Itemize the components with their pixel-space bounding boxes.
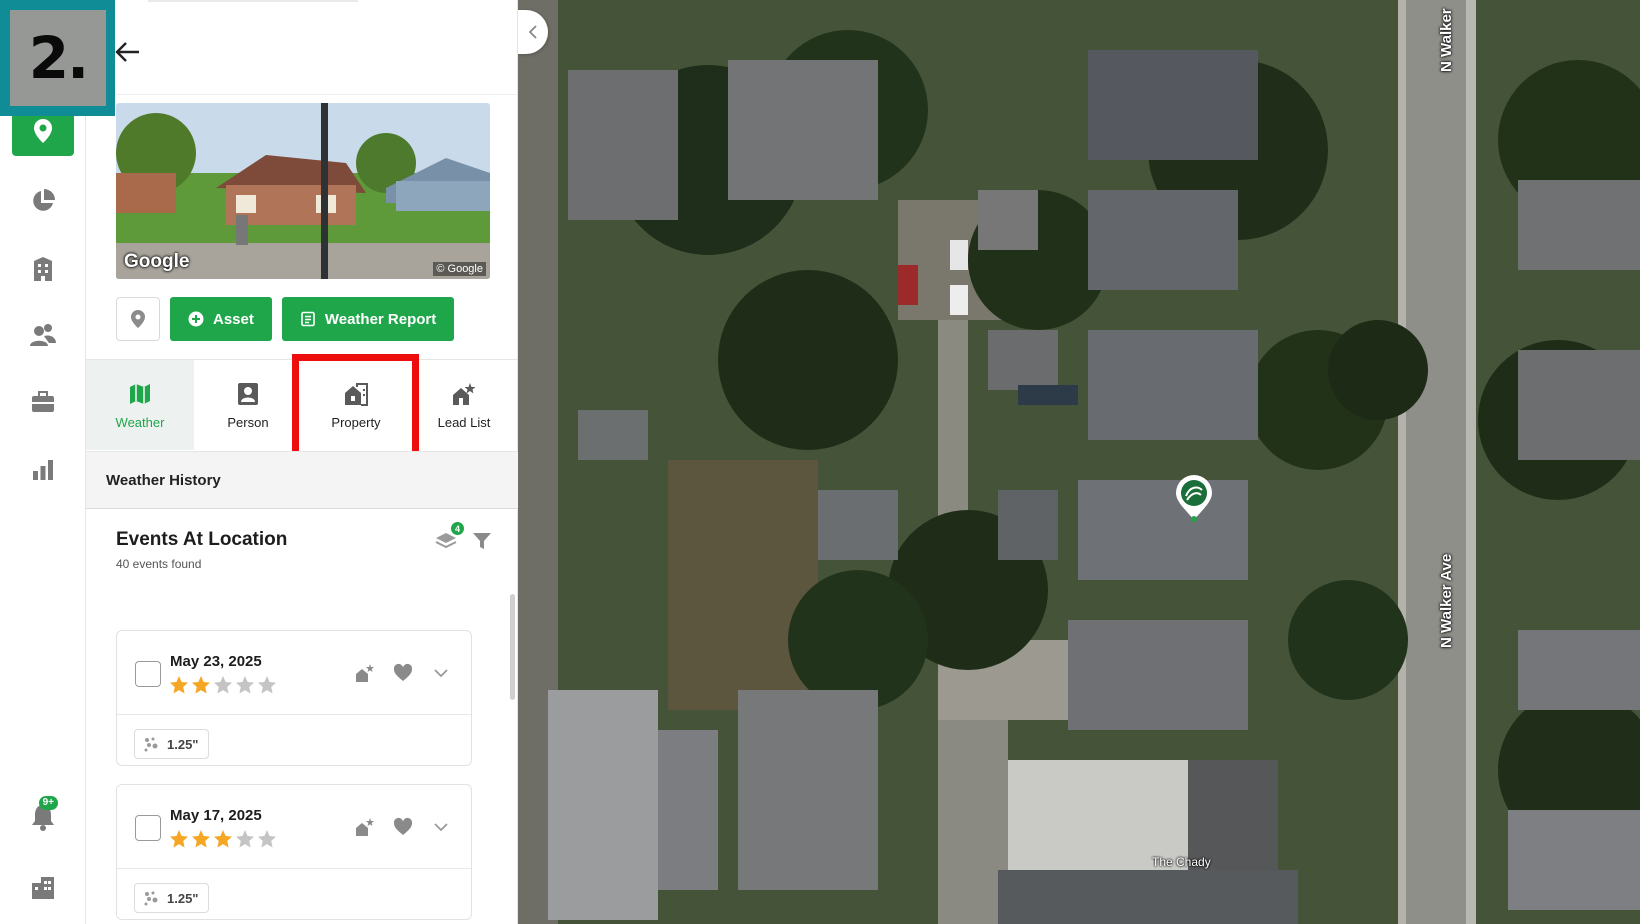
- briefcase-icon: [32, 391, 54, 412]
- sidebar-item-analytics[interactable]: [12, 176, 74, 226]
- sidebar-item-company[interactable]: [12, 862, 74, 912]
- action-bar: Asset Weather Report: [116, 297, 455, 341]
- building-icon: [34, 257, 52, 281]
- sidebar-item-contacts[interactable]: [12, 310, 74, 360]
- star-filled-icon: [192, 676, 210, 694]
- event-card: May 17, 2025 1.25": [116, 784, 472, 920]
- add-lead-icon[interactable]: [355, 817, 375, 837]
- star-empty-icon: [214, 676, 232, 694]
- map-imagery: [518, 0, 1640, 924]
- street-view-photo[interactable]: Google © Google: [116, 103, 490, 279]
- step-badge: 2.: [0, 0, 115, 116]
- events-title: Events At Location: [116, 529, 288, 550]
- arrow-left-icon: [115, 42, 139, 62]
- event-date: May 23, 2025: [170, 653, 262, 670]
- event-actions: [355, 817, 451, 837]
- lead-list-icon: [453, 382, 476, 405]
- step-number: 2.: [28, 24, 89, 92]
- tab-weather[interactable]: Weather: [86, 360, 194, 450]
- panel-scrollbar[interactable]: [510, 594, 515, 700]
- street-label-bottom: N Walker Ave: [1438, 553, 1455, 648]
- location-pin-icon: [131, 310, 145, 328]
- property-tab-highlight: [292, 354, 419, 461]
- weather-history-label: Weather History: [106, 471, 221, 489]
- chevron-down-icon[interactable]: [431, 663, 451, 683]
- tab-weather-label: Weather: [115, 414, 165, 430]
- asset-button-label: Asset: [213, 310, 254, 328]
- header-divider: [116, 94, 517, 95]
- place-label: The Chady: [1152, 855, 1211, 869]
- map-icon: [130, 383, 150, 404]
- location-pin-icon: [34, 119, 52, 143]
- back-button[interactable]: [112, 36, 144, 68]
- star-filled-icon: [170, 676, 188, 694]
- event-rating: [169, 829, 277, 849]
- people-icon: [30, 324, 56, 346]
- star-empty-icon: [236, 676, 254, 694]
- detail-panel: Google © Google Asset Weather Report Wea…: [86, 0, 518, 924]
- app-root: N Walker N Walker Ave The Chady 9+ Googl…: [0, 0, 1640, 924]
- notification-badge: 9+: [38, 796, 58, 810]
- weather-history-bar[interactable]: Weather History: [86, 451, 518, 509]
- event-card-header: May 17, 2025: [117, 785, 471, 869]
- filter-icon: [473, 533, 491, 549]
- tab-person[interactable]: Person: [194, 360, 302, 450]
- tab-lead-list-label: Lead List: [437, 414, 491, 430]
- layers-badge: 4: [451, 522, 464, 535]
- star-empty-icon: [258, 676, 276, 694]
- sidebar-item-notifications[interactable]: 9+: [12, 792, 74, 842]
- star-filled-icon: [170, 830, 188, 848]
- buildings-icon: [32, 877, 54, 899]
- event-actions: [355, 663, 451, 683]
- document-icon: [301, 311, 315, 327]
- heart-icon[interactable]: [393, 663, 413, 683]
- icon-sidebar: 9+: [0, 0, 86, 924]
- events-count: 40 events found: [116, 557, 202, 571]
- hail-size: 1.25": [167, 736, 199, 752]
- map-pin-icon: [1176, 475, 1212, 522]
- bar-chart-icon: [33, 460, 53, 480]
- tab-person-label: Person: [227, 414, 269, 430]
- pie-chart-icon: [33, 189, 55, 211]
- layers-button[interactable]: 4: [434, 522, 464, 552]
- add-asset-button[interactable]: Asset: [170, 297, 272, 341]
- heart-icon[interactable]: [393, 817, 413, 837]
- locate-button[interactable]: [116, 297, 160, 341]
- event-card: May 23, 2025 1.25": [116, 630, 472, 766]
- star-empty-icon: [258, 830, 276, 848]
- hail-icon: [144, 737, 158, 752]
- event-checkbox[interactable]: [135, 815, 161, 841]
- event-checkbox[interactable]: [135, 661, 161, 687]
- hail-size-chip: 1.25": [134, 729, 210, 759]
- sidebar-item-jobs[interactable]: [12, 377, 74, 427]
- step-badge-inner: 2.: [10, 10, 106, 106]
- chevron-left-icon: [528, 25, 537, 39]
- google-watermark: Google: [124, 251, 190, 272]
- weather-report-label: Weather Report: [324, 310, 437, 328]
- event-card-header: May 23, 2025: [117, 631, 471, 715]
- chevron-down-icon[interactable]: [431, 817, 451, 837]
- star-filled-icon: [214, 830, 232, 848]
- top-divider: [148, 0, 358, 2]
- star-filled-icon: [192, 830, 210, 848]
- satellite-map[interactable]: [518, 0, 1640, 924]
- hail-size: 1.25": [167, 890, 199, 906]
- hail-size-chip: 1.25": [134, 883, 210, 913]
- hail-icon: [144, 891, 158, 906]
- weather-report-button[interactable]: Weather Report: [281, 297, 455, 341]
- event-rating: [169, 675, 277, 695]
- street-label-top: N Walker: [1438, 8, 1455, 72]
- add-lead-icon[interactable]: [355, 663, 375, 683]
- star-empty-icon: [236, 830, 254, 848]
- filter-button[interactable]: [471, 530, 493, 552]
- tab-lead-list[interactable]: Lead List: [410, 360, 518, 450]
- person-card-icon: [238, 382, 258, 405]
- sidebar-item-properties[interactable]: [12, 244, 74, 294]
- event-date: May 17, 2025: [170, 807, 262, 824]
- google-copyright: © Google: [433, 262, 486, 276]
- plus-circle-icon: [188, 311, 204, 327]
- property-map-pin[interactable]: [1174, 474, 1214, 522]
- sidebar-item-reports[interactable]: [12, 444, 74, 494]
